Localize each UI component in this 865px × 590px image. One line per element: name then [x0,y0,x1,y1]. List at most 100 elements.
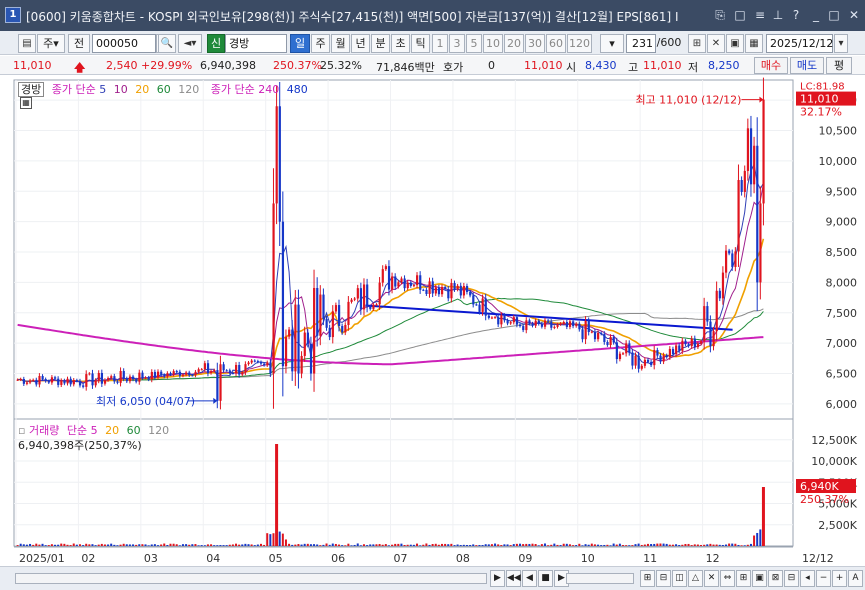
candle-body [690,338,693,347]
speed-slider[interactable] [566,573,634,584]
interval-20[interactable]: 20 [504,34,524,53]
candle-body [459,285,462,296]
zoom-in-icon[interactable]: ⊞ [688,34,706,53]
app-icon[interactable]: 1 [5,7,21,23]
grid-toggle-icon[interactable]: ▦ [20,97,32,109]
indicator-icon[interactable]: △ [688,570,703,587]
snapshot-icon[interactable]: ◫ [672,570,687,587]
volume-bar [347,543,350,546]
interval-60[interactable]: 60 [546,34,566,53]
volume-bar [618,543,621,546]
zoom-in-button[interactable]: + [832,570,847,587]
export-icon[interactable]: ▣ [752,570,767,587]
tab-daily[interactable]: 일 [290,34,310,53]
legend-ma10[interactable]: 10 [114,83,128,96]
calendar-icon[interactable]: ▦ [745,34,763,53]
speaker-icon[interactable]: ◄▾ [178,34,202,53]
legend-ma20[interactable]: 20 [135,83,149,96]
scroll-right-button[interactable]: ▶ [490,570,505,587]
count-input[interactable]: 231 [626,34,656,53]
stock-chart[interactable]: 6,000 6,500 7,000 7,500 8,000 8,500 9,000 9,500… [0,75,865,566]
interval-1[interactable]: 1 [432,34,448,53]
tab-weekly[interactable]: 주 [311,34,330,53]
interval-10[interactable]: 10 [483,34,503,53]
date-input[interactable]: 2025/12/12 [766,34,833,53]
legend-ma480[interactable]: 480 [287,83,308,96]
layout-icon[interactable]: ⊟ [656,570,671,587]
interval-3[interactable]: 3 [449,34,465,53]
volume-bar [259,543,262,546]
print-icon[interactable]: ⊟ [784,570,799,587]
collapse-icon[interactable]: ◂ [800,570,815,587]
legend-ma5[interactable]: 5 [99,83,106,96]
legend-ma120[interactable]: 120 [178,83,199,96]
interval-30[interactable]: 30 [525,34,545,53]
volume-bar [646,543,649,546]
volume-bar [472,544,475,546]
legend-vol-ma5[interactable]: 5 [91,424,98,437]
compare-icon[interactable]: ⇔ [720,570,735,587]
minimize-icon[interactable]: _ [808,7,824,23]
candle-body [266,362,269,366]
tab-monthly[interactable]: 월 [331,34,350,53]
stock-code-input[interactable]: 000050 [92,34,156,53]
legend-vol-ma-label[interactable]: 단순 [67,424,87,437]
volume-bar [587,544,590,546]
legend-vol-ma60[interactable]: 60 [127,424,141,437]
step-back-button[interactable]: ◀ [522,570,537,587]
zoom-out-icon[interactable]: ✕ [707,34,725,53]
legend-ma60[interactable]: 60 [157,83,171,96]
horizontal-scrollbar[interactable] [15,573,487,584]
candle-body [284,336,288,367]
maximize-icon[interactable]: □ [826,7,842,23]
volume-bar [191,544,194,546]
legend-vol-ma120[interactable]: 120 [148,424,169,437]
save-icon[interactable]: ▣ [726,34,744,53]
buy-button[interactable]: 매수 [754,57,788,74]
eval-button[interactable]: 평 [826,57,852,74]
volume-bar [721,544,724,546]
date-dropdown-icon[interactable]: ▾ [834,34,848,53]
legend-ma-label[interactable]: 종가 단순 [52,83,96,96]
candle-body [428,281,431,294]
stop-button[interactable]: ■ [538,570,553,587]
drawing-icon[interactable]: ✕ [704,570,719,587]
rewind-button[interactable]: ◀◀ [506,570,521,587]
x-tick-label: 2025/01 [19,552,65,565]
help-icon[interactable]: ? [788,7,804,23]
options-icon[interactable]: ⊠ [768,570,783,587]
tab-second[interactable]: 초 [391,34,410,53]
menu-toggle-icon[interactable]: ▤ [18,34,36,53]
tab-tick[interactable]: 틱 [411,34,430,53]
tab-yearly[interactable]: 년 [351,34,370,53]
auto-scale-button[interactable]: A [848,570,863,587]
tab-minute[interactable]: 분 [371,34,390,53]
legend-ma-long-label[interactable]: 종가 단순 [211,83,255,96]
candle-body [437,287,441,295]
legend-volume-title[interactable]: 거래량 [29,424,59,437]
period-select[interactable]: 주▾ [37,34,65,53]
restore-icon[interactable]: □ [732,7,748,23]
settings-icon[interactable]: ≡ [752,7,768,23]
link-icon[interactable]: ⎘ [712,7,728,23]
volume-bar [75,544,78,546]
volume-bar [94,545,97,546]
sell-button[interactable]: 매도 [790,57,824,74]
volume-bar [309,544,312,546]
close-icon[interactable]: ✕ [846,7,862,23]
legend-ma240[interactable]: 240 [258,83,279,96]
market-select[interactable]: 전 [68,34,90,53]
pin-icon[interactable]: ⊥ [770,7,786,23]
legend-vol-ma20[interactable]: 20 [105,424,119,437]
chart-type-icon[interactable]: ⊞ [640,570,655,587]
legend-stock-name[interactable]: 경방 [18,82,45,97]
volume-bar [671,544,674,546]
interval-5[interactable]: 5 [466,34,482,53]
zoom-out-button[interactable]: − [816,570,831,587]
search-icon[interactable]: 🔍 [158,34,176,53]
interval-120[interactable]: 120 [567,34,592,53]
candle-body [584,320,587,340]
stock-name-field[interactable]: 경방 [225,34,287,53]
layout-split-icon[interactable]: ⊞ [736,570,751,587]
interval-dropdown[interactable]: ▾ [600,34,624,53]
